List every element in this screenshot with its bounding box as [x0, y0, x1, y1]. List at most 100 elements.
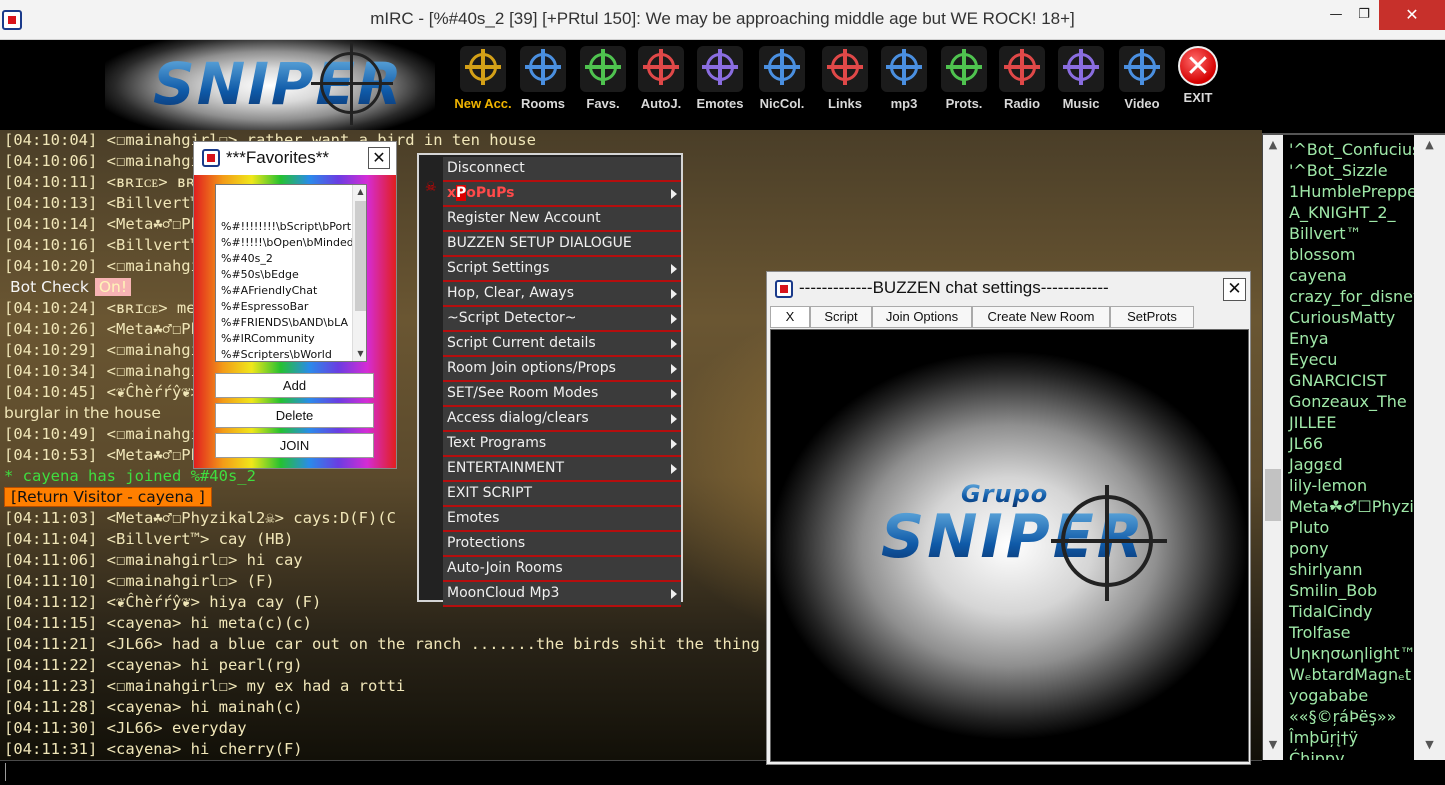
chat-line: [04:11:10] <☐mainahgirl☐> (F) — [4, 572, 275, 590]
minimize-button[interactable]: — — [1322, 0, 1350, 30]
window-scrollbar[interactable]: ▲ ▼ — [1414, 135, 1445, 760]
chat-line: [04:10:49] <☐mainahgirl☐> ca — [4, 425, 266, 443]
menu-item-disconnect[interactable]: Disconnect — [443, 157, 681, 182]
crosshair-icon — [311, 43, 393, 125]
toolbar-button-video[interactable]: Video — [1112, 46, 1172, 116]
toolbar-button-radio[interactable]: Radio — [992, 46, 1052, 116]
nick-list-scrollbar[interactable]: ▲ ▼ — [1263, 135, 1283, 760]
toolbar-button-new-acc[interactable]: New Acc. — [453, 46, 513, 116]
crosshair-icon — [520, 46, 566, 92]
window-title: mIRC - [%#40s_2 [39] [+PRtul 150]: We ma… — [370, 9, 1075, 28]
favorite-room-item[interactable]: %#50s\bEdge — [221, 267, 354, 283]
favorites-list[interactable]: %#!!!!!!!!\bScript\bPort %#!!!!!\bOpen\bM… — [215, 184, 367, 362]
chat-line: [04:11:30] <JL66> everyday — [4, 719, 247, 737]
toolbar-button-label: Emotes — [696, 96, 744, 111]
chat-line: [04:10:26] <Meta☘♂☐Phyzikal2☠> nu — [4, 320, 312, 338]
toolbar-button-links[interactable]: Links — [815, 46, 875, 116]
tab-join-options[interactable]: Join Options — [872, 306, 972, 328]
scroll-up-icon[interactable]: ▲ — [353, 185, 366, 199]
toolbar-button-favs[interactable]: Favs. — [573, 46, 633, 116]
delete-favorite-button[interactable]: Delete — [215, 403, 374, 428]
favorite-room-item[interactable]: %#!!!!!\bOpen\bMinded — [221, 235, 354, 251]
menu-item-hop-clear-aways[interactable]: Hop, Clear, Aways — [443, 282, 681, 307]
chat-line: [04:10:04] <☐mainahgirl☐> rather want a … — [4, 131, 536, 149]
favorite-room-item[interactable]: %#AFriendlyChat — [221, 283, 354, 299]
settings-title: -------------BUZZEN chat settings-------… — [799, 278, 1109, 297]
chat-line: [04:10:34] <☐mainahgirl☐> lo — [4, 362, 266, 380]
mirc-app-icon — [775, 280, 793, 298]
menu-item-script-settings[interactable]: Script Settings — [443, 257, 681, 282]
scroll-down-icon[interactable]: ▼ — [1414, 735, 1445, 755]
favorites-dialog: ***Favorites** ✕ %#!!!!!!!!\bScript\bPor… — [193, 141, 397, 469]
menu-item-access-dialog-clears[interactable]: Access dialog/clears — [443, 407, 681, 432]
menu-item-set-see-room-modes[interactable]: SET/See Room Modes — [443, 382, 681, 407]
toolbar: SNIPER New Acc. Rooms Favs. AutoJ. Emotes Nic… — [0, 40, 1445, 135]
context-menu: ☠ Disconnect xPoPuPs Register New Account B… — [417, 153, 683, 607]
toolbar-button-label: NicCol. — [759, 96, 805, 111]
toolbar-button-mp3[interactable]: mp3 — [874, 46, 934, 116]
menu-item-xpopups[interactable]: xPoPuPs — [443, 182, 681, 207]
close-icon[interactable]: ✕ — [368, 147, 390, 169]
toolbar-button-label: Video — [1124, 96, 1160, 111]
mirc-app-icon — [202, 149, 220, 167]
crosshair-icon — [941, 46, 987, 92]
favorite-room-item[interactable]: %#Scripters\bWorld — [221, 347, 354, 361]
toolbar-button-emotes[interactable]: Emotes — [690, 46, 750, 116]
menu-item-emotes[interactable]: Emotes — [443, 507, 681, 532]
toolbar-button-label: Rooms — [520, 96, 566, 111]
tab-script[interactable]: Script — [810, 306, 872, 328]
menu-item-mooncloud-mp3[interactable]: MoonCloud Mp3 — [443, 582, 681, 607]
menu-item-script-current-details[interactable]: Script Current details — [443, 332, 681, 357]
favorite-room-item[interactable]: %#IRCommunity — [221, 331, 354, 347]
chat-line: [04:11:31] <cayena> hi cherry(F) — [4, 740, 303, 758]
menu-item-buzzen-setup-dialogue[interactable]: BUZZEN SETUP DIALOGUE — [443, 232, 681, 257]
toolbar-button-exit[interactable]: ✕ EXIT — [1168, 46, 1228, 116]
bot-check-line: Bot Check On! — [4, 277, 807, 298]
chat-line: [04:11:03] <Meta☘♂☐Phyzikal2☠> cays:D(F)… — [4, 509, 396, 527]
tab-setprots[interactable]: SetProts — [1110, 306, 1194, 328]
menu-item-text-programs[interactable]: Text Programs — [443, 432, 681, 457]
exit-icon: ✕ — [1178, 46, 1218, 86]
menu-item-entertainment[interactable]: ENTERTAINMENT — [443, 457, 681, 482]
scroll-up-icon[interactable]: ▲ — [1414, 135, 1445, 155]
favorite-room-item[interactable]: %#40s_2 — [221, 251, 354, 267]
chat-line: [04:11:06] <☐mainahgirl☐> hi cay — [4, 551, 303, 569]
toolbar-button-prots[interactable]: Prots. — [934, 46, 994, 116]
chat-log: [04:10:04] <☐mainahgirl☐> rather want a … — [4, 130, 807, 760]
chat-line: [04:10:20] <☐mainahgirl☐> lol — [4, 257, 275, 275]
chat-line: [04:11:04] <Billvert™> cay (HB) — [4, 530, 294, 548]
chat-line: [04:10:14] <Meta☘♂☐Phyzikal2☠> lol — [4, 215, 322, 233]
toolbar-button-niccol[interactable]: NicCol. — [752, 46, 812, 116]
toolbar-button-autoj[interactable]: AutoJ. — [631, 46, 691, 116]
add-favorite-button[interactable]: Add — [215, 373, 374, 398]
menu-item-label: x — [447, 185, 457, 201]
menu-item-protections[interactable]: Protections — [443, 532, 681, 557]
menu-item-script-detector[interactable]: ~Script Detector~ — [443, 307, 681, 332]
crosshair-icon — [1058, 46, 1104, 92]
favorites-scrollbar[interactable]: ▲ ▼ — [352, 185, 366, 361]
menu-item-auto-join-rooms[interactable]: Auto-Join Rooms — [443, 557, 681, 582]
close-icon[interactable]: ✕ — [1223, 278, 1246, 301]
tab-x[interactable]: X — [770, 306, 810, 328]
scroll-up-icon[interactable]: ▲ — [1263, 135, 1283, 155]
menu-item-room-join-options-props[interactable]: Room Join options/Props — [443, 357, 681, 382]
scroll-down-icon[interactable]: ▼ — [353, 347, 366, 361]
tab-create-new-room[interactable]: Create New Room — [972, 306, 1110, 328]
scroll-thumb[interactable] — [355, 201, 366, 311]
favorite-room-item[interactable]: %#!!!!!!!!\bScript\bPort — [221, 219, 354, 235]
maximize-button[interactable]: ❐ — [1350, 0, 1378, 30]
toolbar-button-rooms[interactable]: Rooms — [513, 46, 573, 116]
join-favorite-button[interactable]: JOIN — [215, 433, 374, 458]
menu-item-exit-script[interactable]: EXIT SCRIPT — [443, 482, 681, 507]
favorite-room-item[interactable]: %#EspressoBar — [221, 299, 354, 315]
crosshair-icon — [638, 46, 684, 92]
scroll-down-icon[interactable]: ▼ — [1263, 735, 1283, 755]
scroll-thumb[interactable] — [1265, 469, 1281, 521]
return-visitor-badge: [Return Visitor - cayena ] — [4, 487, 212, 507]
chat-line: [04:11:12] <❦Ĉhèŕŕŷ❦> hiya cay (F) — [4, 593, 322, 611]
join-message: * cayena has joined %#40s_2 — [4, 467, 256, 485]
toolbar-button-music[interactable]: Music — [1051, 46, 1111, 116]
close-window-button[interactable]: ✕ — [1379, 0, 1445, 30]
menu-item-register-new-account[interactable]: Register New Account — [443, 207, 681, 232]
favorite-room-item[interactable]: %#FRIENDS\bAND\bLA — [221, 315, 354, 331]
